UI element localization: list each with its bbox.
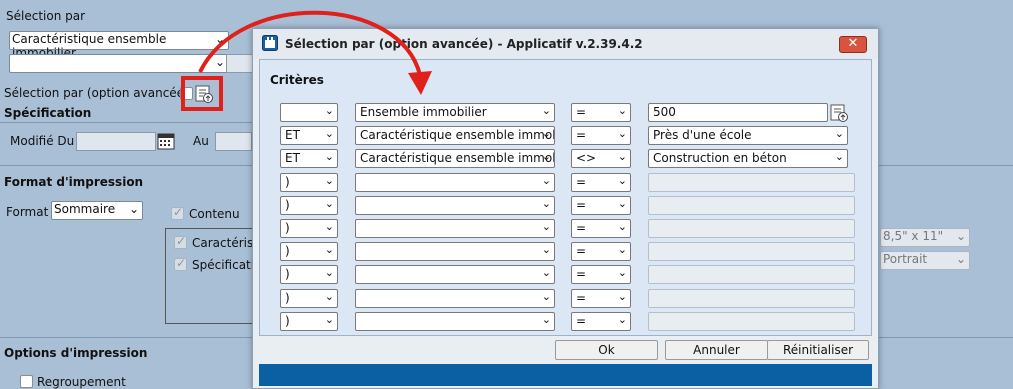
annotation-arrow: [198, 10, 432, 95]
